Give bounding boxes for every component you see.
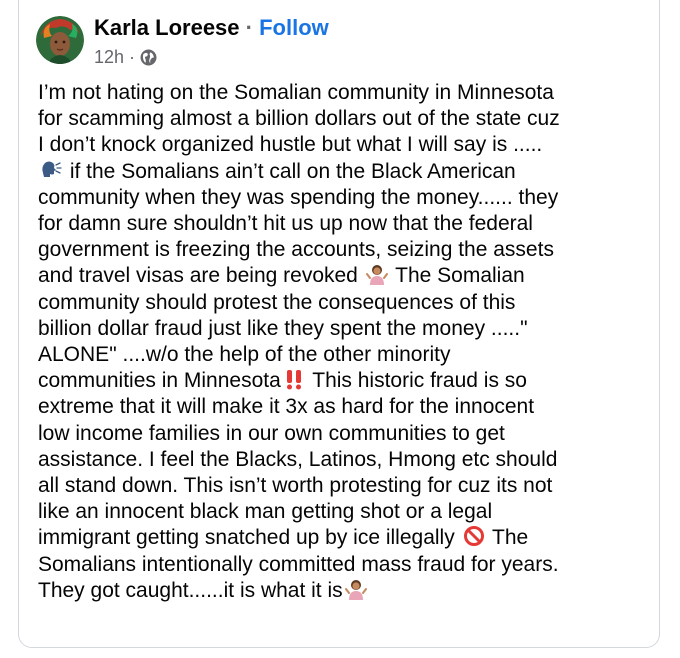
- post-line: Somalians intentionally committed mass f…: [38, 552, 559, 576]
- header-separator: ·: [245, 15, 253, 40]
- post-line: ALONE" ....w/o the help of the other min…: [38, 343, 451, 367]
- post-line: government is freezing the accounts, sei…: [38, 238, 554, 262]
- meta-separator: ·: [129, 47, 136, 67]
- post-line: low income families in our own communiti…: [38, 421, 505, 445]
- post-line: assistance. I feel the Blacks, Latinos, …: [38, 447, 558, 471]
- post-line: for damn sure shouldn’t hit us up now th…: [38, 212, 533, 236]
- post-line: and travel visas are being revoked The S…: [38, 263, 525, 288]
- post-line: immigrant getting snatched up by ice ill…: [38, 525, 529, 550]
- shrugging-woman-icon: [365, 263, 388, 286]
- post-header: Karla Loreese · Follow: [94, 14, 329, 42]
- post-line: I don’t knock organized hustle but what …: [38, 133, 543, 157]
- post-timestamp[interactable]: 12h: [94, 46, 124, 68]
- post-line: if the Somalians ain’t call on the Black…: [38, 159, 642, 185]
- post-line: extreme that it will make it 3x as hard …: [38, 395, 535, 419]
- post-line: community when they was spending the mon…: [38, 185, 559, 209]
- post-meta: 12h ·: [94, 46, 157, 68]
- post-line: community should protest the consequence…: [38, 290, 516, 314]
- post-line: for scamming almost a billion dollars ou…: [38, 107, 560, 131]
- post-line: They got caught......it is what it is: [38, 578, 642, 604]
- speaking-head-icon: [40, 159, 62, 181]
- post-line: communities in Minnesota This historic f…: [38, 368, 527, 393]
- post-line: I’m not hating on the Somalian community…: [38, 81, 554, 104]
- double-exclamation-icon: [283, 368, 305, 390]
- post-line: billion dollar fraud just like they spen…: [38, 316, 528, 340]
- avatar[interactable]: [36, 16, 84, 64]
- post-line: like an innocent black man getting shot …: [38, 500, 493, 524]
- globe-icon[interactable]: [140, 49, 157, 66]
- author-name[interactable]: Karla Loreese: [94, 15, 240, 40]
- post-line: all stand down. This isn’t worth protest…: [38, 474, 553, 498]
- prohibited-icon: [463, 525, 485, 547]
- post-body: I’m not hating on the Somalian community…: [38, 80, 642, 604]
- shrugging-woman-icon: [344, 578, 367, 600]
- follow-button[interactable]: Follow: [259, 15, 329, 40]
